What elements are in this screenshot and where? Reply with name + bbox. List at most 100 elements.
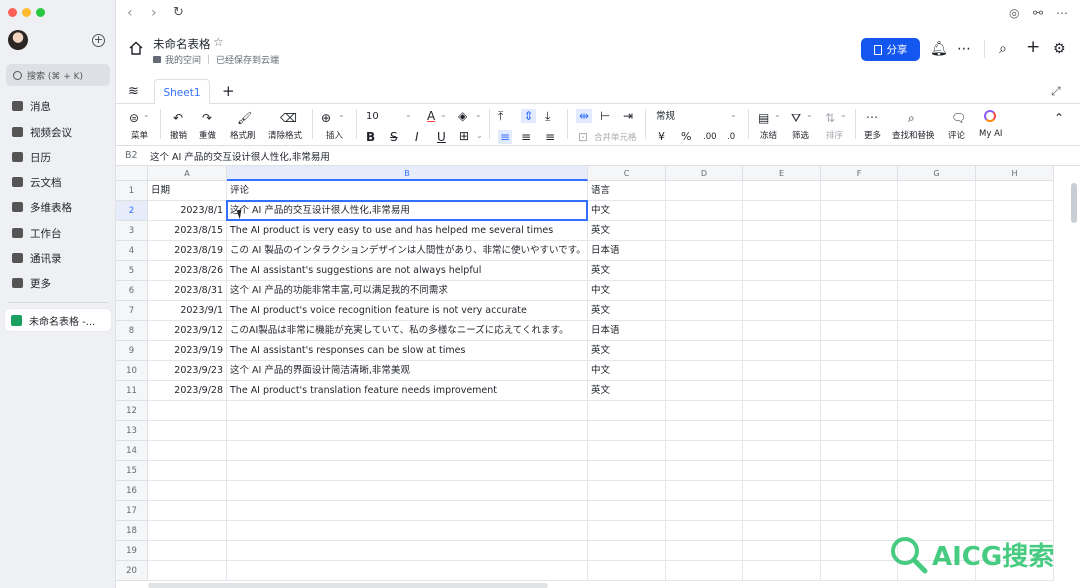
cell[interactable]: 英文	[588, 341, 666, 361]
cell[interactable]	[588, 541, 666, 561]
comment-label[interactable]: 评论	[948, 129, 965, 141]
bell-icon[interactable]: 🔔︎	[930, 41, 948, 57]
row-header[interactable]: 3	[116, 221, 148, 241]
row-header[interactable]: 20	[116, 561, 148, 581]
cell[interactable]	[976, 401, 1054, 421]
cell[interactable]	[148, 421, 227, 441]
cell[interactable]: 中文	[588, 281, 666, 301]
find-replace-label[interactable]: 查找和替换	[892, 129, 935, 141]
cell[interactable]: The AI product's translation feature nee…	[227, 381, 588, 401]
cell[interactable]	[666, 281, 743, 301]
cell[interactable]	[743, 241, 821, 261]
cell[interactable]: 2023/9/23	[148, 361, 227, 381]
number-format-select[interactable]: 常规	[656, 110, 675, 124]
spreadsheet-grid[interactable]: A B C D E F G H 1 日期 评论 语言 2 2023/8/1 这个 AI 产品的交互设计很人性…	[116, 166, 1070, 586]
cell[interactable]: 中文	[588, 201, 666, 221]
my-ai-label[interactable]: My AI	[979, 129, 1002, 139]
align-right-icon[interactable]: ≡	[545, 130, 555, 144]
cell[interactable]	[821, 281, 898, 301]
cell[interactable]	[588, 421, 666, 441]
cell[interactable]: The AI product's voice recognition featu…	[227, 301, 588, 321]
row-header[interactable]: 11	[116, 381, 148, 401]
cell[interactable]	[976, 421, 1054, 441]
cell[interactable]	[898, 261, 976, 281]
cell[interactable]	[743, 441, 821, 461]
cell[interactable]: 这个 AI 产品的交互设计很人性化,非常易用	[227, 201, 588, 221]
cell[interactable]	[743, 481, 821, 501]
wrap-text-icon[interactable]: ⇥	[623, 109, 633, 123]
cell[interactable]	[898, 441, 976, 461]
eraser-icon[interactable]: ⌫	[280, 111, 297, 125]
cell[interactable]	[743, 541, 821, 561]
cell[interactable]	[821, 441, 898, 461]
cell[interactable]	[976, 241, 1054, 261]
cell[interactable]	[898, 201, 976, 221]
cell[interactable]	[976, 341, 1054, 361]
cell[interactable]	[148, 441, 227, 461]
currency-icon[interactable]: ¥	[658, 130, 665, 144]
cell[interactable]	[743, 201, 821, 221]
cell[interactable]	[743, 561, 821, 581]
cell[interactable]	[976, 281, 1054, 301]
cell[interactable]: 2023/9/28	[148, 381, 227, 401]
cell[interactable]	[976, 481, 1054, 501]
cell[interactable]: The AI product is very easy to use and h…	[227, 221, 588, 241]
cell[interactable]	[148, 401, 227, 421]
column-header[interactable]: D	[666, 166, 743, 181]
cell[interactable]	[898, 461, 976, 481]
search-icon[interactable]: ⌕	[999, 41, 1007, 57]
cell[interactable]	[743, 361, 821, 381]
row-header[interactable]: 15	[116, 461, 148, 481]
cell[interactable]	[588, 521, 666, 541]
row-header[interactable]: 14	[116, 441, 148, 461]
format-painter-icon[interactable]: 🖌︎	[237, 111, 252, 125]
maximize-window-button[interactable]	[36, 8, 45, 17]
menu-icon[interactable]: ⊜	[129, 111, 139, 125]
cell[interactable]	[148, 481, 227, 501]
cell[interactable]	[743, 261, 821, 281]
vertical-scrollbar[interactable]	[1071, 183, 1077, 223]
cell[interactable]	[821, 261, 898, 281]
cell[interactable]	[227, 541, 588, 561]
align-center-icon[interactable]: ≡	[521, 130, 531, 144]
cell[interactable]	[227, 521, 588, 541]
share-button[interactable]: 分享	[861, 38, 920, 61]
merge-icon[interactable]: ⊡	[578, 130, 588, 144]
grid-corner[interactable]	[116, 166, 148, 181]
wrap-clip-icon[interactable]: ⊢	[600, 109, 610, 123]
cell[interactable]	[898, 301, 976, 321]
cell[interactable]	[821, 201, 898, 221]
align-middle-icon[interactable]: ⇕	[521, 109, 536, 123]
cell[interactable]	[666, 361, 743, 381]
add-sheet-button[interactable]: +	[222, 82, 235, 100]
cell[interactable]: 2023/8/15	[148, 221, 227, 241]
filter-icon[interactable]: ⛛	[791, 111, 801, 125]
insert-icon[interactable]: ⊕	[321, 111, 331, 125]
fill-color-icon[interactable]: ◈	[458, 109, 467, 123]
cell[interactable]	[743, 521, 821, 541]
cell[interactable]	[821, 561, 898, 581]
cell[interactable]: 2023/8/1	[148, 201, 227, 221]
redo-icon[interactable]: ↷	[202, 111, 212, 125]
cell[interactable]	[666, 481, 743, 501]
cell[interactable]	[976, 381, 1054, 401]
format-painter-label[interactable]: 格式刷	[230, 129, 256, 141]
cell[interactable]	[588, 501, 666, 521]
cell[interactable]	[821, 381, 898, 401]
row-header[interactable]: 18	[116, 521, 148, 541]
compass-icon[interactable]: ◎	[1009, 5, 1019, 21]
gear-icon[interactable]: ⚙	[1053, 41, 1066, 57]
underline-icon[interactable]: U	[437, 130, 446, 144]
row-header[interactable]: 4	[116, 241, 148, 261]
cell[interactable]	[821, 501, 898, 521]
more-label[interactable]: 更多	[864, 129, 881, 141]
nav-calendar[interactable]: 日历	[12, 148, 51, 166]
cell[interactable]	[588, 441, 666, 461]
cell[interactable]	[821, 321, 898, 341]
cell[interactable]	[743, 501, 821, 521]
align-left-icon[interactable]: ≡	[498, 130, 512, 144]
row-header[interactable]: 19	[116, 541, 148, 561]
sort-label[interactable]: 排序	[826, 129, 843, 141]
cell[interactable]: 2023/9/12	[148, 321, 227, 341]
column-header[interactable]: C	[588, 166, 666, 181]
